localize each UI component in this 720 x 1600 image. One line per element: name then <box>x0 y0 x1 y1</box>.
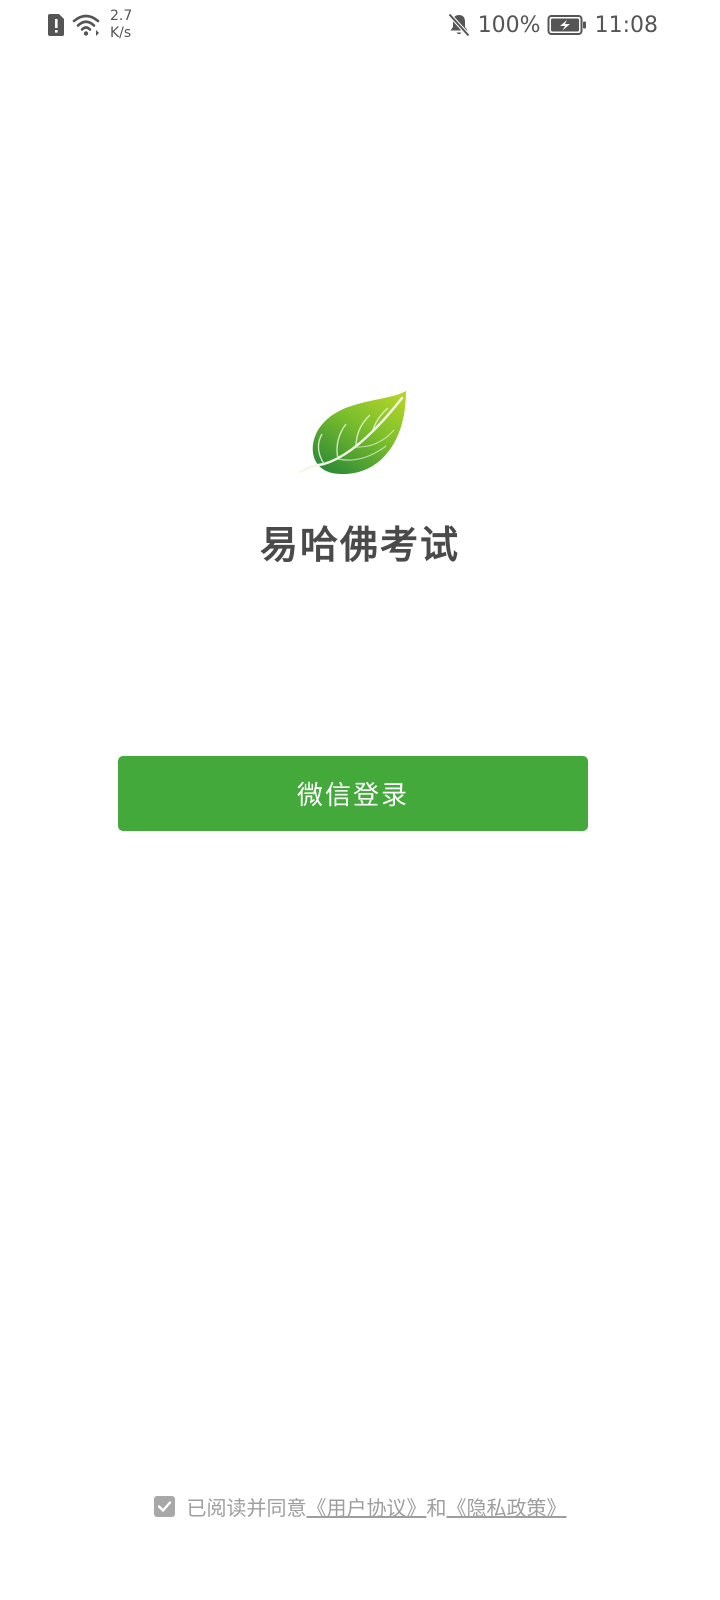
status-bar: 2.7 K/s 100% 11:08 <box>0 0 720 48</box>
network-speed-value: 2.7 <box>110 8 133 24</box>
wechat-login-button[interactable]: 微信登录 <box>118 756 588 831</box>
user-agreement-link[interactable]: 《用户协议》 <box>307 1492 427 1521</box>
status-time: 11:08 <box>594 12 658 38</box>
sim-alert-icon <box>48 14 64 36</box>
privacy-policy-link[interactable]: 《隐私政策》 <box>447 1492 567 1521</box>
network-speed: 2.7 K/s <box>110 8 132 42</box>
network-speed-unit: K/s <box>110 25 132 41</box>
agreement-prefix: 已阅读并同意 <box>186 1495 307 1520</box>
battery-percent: 100% <box>477 12 541 38</box>
agreement-checkbox[interactable] <box>153 1495 175 1517</box>
agreement-conjunction: 和 <box>426 1495 447 1520</box>
status-bar-left: 2.7 K/s <box>46 8 132 42</box>
leaf-icon <box>298 391 406 475</box>
agreement-row: 已阅读并同意 《用户协议》 和 《隐私政策》 <box>0 1488 720 1524</box>
checkmark-icon <box>157 1500 171 1512</box>
status-bar-right: 100% 11:08 <box>446 8 658 42</box>
bell-muted-icon <box>447 13 470 37</box>
battery-charging-icon <box>547 15 586 35</box>
wifi-icon <box>72 14 100 36</box>
app-title: 易哈佛考试 <box>259 523 460 567</box>
